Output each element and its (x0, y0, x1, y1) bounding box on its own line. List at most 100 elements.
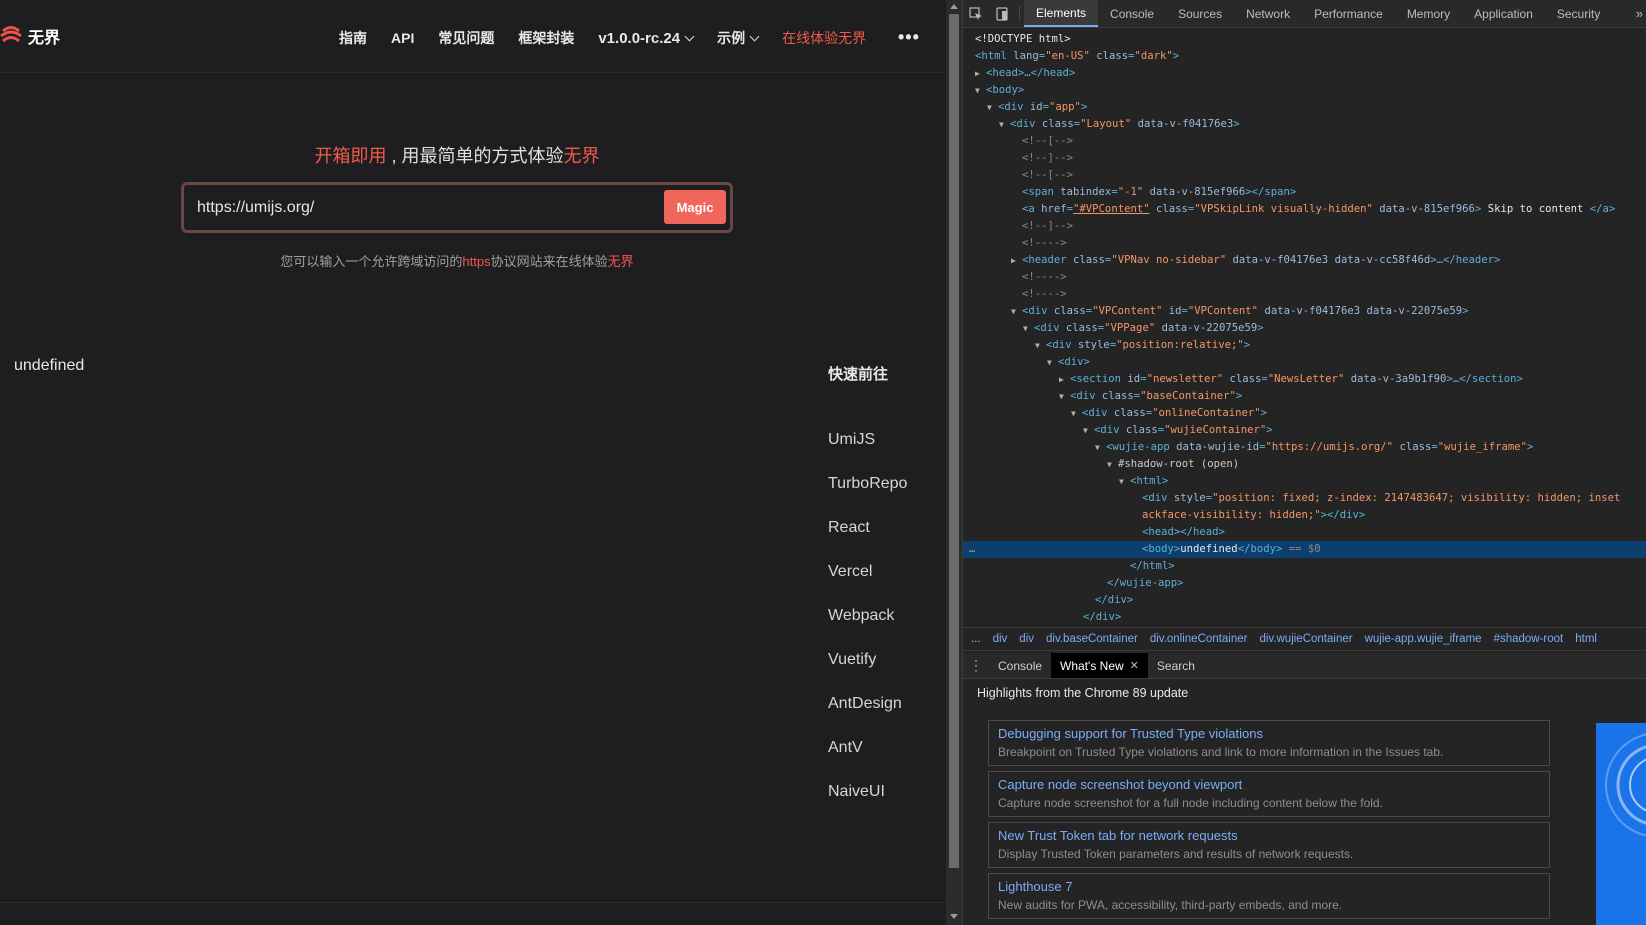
dom-node[interactable]: </wujie-app> (963, 575, 1646, 592)
breadcrumb-item[interactable]: div.onlineContainer (1144, 633, 1254, 645)
collapse-arrow-icon[interactable]: ▼ (1023, 320, 1034, 337)
drawer-tab-console[interactable]: Console (989, 653, 1051, 678)
scroll-down-arrow-icon[interactable] (950, 914, 958, 919)
dom-node[interactable]: ▼ <div> (963, 354, 1646, 371)
dom-node[interactable]: ▼ <body> (963, 82, 1646, 99)
tab-elements[interactable]: Elements (1024, 0, 1099, 27)
tab-security[interactable]: Security (1545, 0, 1612, 27)
whats-new-item[interactable]: New Trust Token tab for network requests… (988, 822, 1550, 868)
dom-node[interactable]: ▼ <div class="VPPage" data-v-22075e59> (963, 320, 1646, 337)
dom-node[interactable]: ▼ <div class="onlineContainer"> (963, 405, 1646, 422)
dom-node[interactable]: <!--[--> (963, 167, 1646, 184)
dom-node[interactable]: ▼ <wujie-app data-wujie-id="https://umijs… (963, 439, 1646, 456)
device-toolbar-icon[interactable] (989, 0, 1015, 27)
drawer-menu-icon[interactable]: ⋮ (963, 653, 989, 678)
more-menu-icon[interactable]: ••• (898, 27, 920, 48)
dom-node[interactable]: ▼ <html> (963, 473, 1646, 490)
collapse-arrow-icon[interactable]: ▼ (1059, 388, 1070, 405)
dom-attr-link[interactable]: "#VPContent" (1073, 203, 1150, 215)
tab-network[interactable]: Network (1234, 0, 1302, 27)
breadcrumb-item[interactable]: div (987, 633, 1014, 645)
dom-node[interactable]: ▼ <div class="Layout" data-v-f04176e3> (963, 116, 1646, 133)
version-dropdown[interactable]: v1.0.0-rc.24 (598, 30, 695, 47)
collapse-arrow-icon[interactable]: ▼ (1119, 473, 1130, 490)
collapse-arrow-icon[interactable]: ▼ (987, 99, 998, 116)
drawer-tab-whats-new[interactable]: What's New ✕ (1051, 653, 1148, 678)
whats-new-item[interactable]: Capture node screenshot beyond viewport … (988, 771, 1550, 817)
dom-node[interactable]: ▼ <div class="baseContainer"> (963, 388, 1646, 405)
node-actions-icon[interactable]: … (969, 541, 975, 558)
nav-framework[interactable]: 框架封装 (518, 28, 574, 48)
nav-try-online[interactable]: 在线体验无界 (782, 28, 866, 48)
quick-link-turborepo[interactable]: TurboRepo (828, 472, 907, 516)
expand-arrow-icon[interactable]: ▶ (1059, 371, 1070, 388)
breadcrumb-item[interactable]: #shadow-root (1488, 633, 1570, 645)
breadcrumb-item[interactable]: wujie-app.wujie_iframe (1359, 633, 1488, 645)
dom-node[interactable]: ▶ <header class="VPNav no-sidebar" data-v… (963, 252, 1646, 269)
dom-node[interactable]: <span tabindex="-1" data-v-815ef966></sp… (963, 184, 1646, 201)
nav-faq[interactable]: 常见问题 (438, 28, 494, 48)
whats-new-item[interactable]: Lighthouse 7 New audits for PWA, accessi… (988, 873, 1550, 919)
dom-node[interactable]: <html lang="en-US" class="dark"> (963, 48, 1646, 65)
collapse-arrow-icon[interactable]: ▼ (1095, 439, 1106, 456)
dom-node[interactable]: <!--]--> (963, 218, 1646, 235)
dom-node[interactable]: <!----> (963, 235, 1646, 252)
collapse-arrow-icon[interactable]: ▼ (1011, 303, 1022, 320)
dom-node[interactable]: <!----> (963, 286, 1646, 303)
whats-new-video-thumbnail[interactable] (1596, 723, 1646, 925)
drawer-tab-search[interactable]: Search (1148, 653, 1204, 678)
collapse-arrow-icon[interactable]: ▼ (999, 116, 1010, 133)
dom-node[interactable]: ▼ <div style="position:relative;"> (963, 337, 1646, 354)
dom-node[interactable]: <head></head> (963, 524, 1646, 541)
quick-link-react[interactable]: React (828, 516, 907, 560)
examples-dropdown[interactable]: 示例 (717, 28, 760, 48)
dom-node[interactable]: ▼ <div id="app"> (963, 99, 1646, 116)
magic-button[interactable]: Magic (664, 190, 726, 224)
quick-link-antv[interactable]: AntV (828, 736, 907, 780)
quick-link-vercel[interactable]: Vercel (828, 560, 907, 604)
dom-node[interactable]: ackface-visibility: hidden;"></div> (963, 507, 1646, 524)
dom-node[interactable]: <div style="position: fixed; z-index: 21… (963, 490, 1646, 507)
expand-arrow-icon[interactable]: ▶ (975, 65, 986, 82)
collapse-arrow-icon[interactable]: ▼ (1107, 456, 1118, 473)
dom-node[interactable]: <!DOCTYPE html> (963, 31, 1646, 48)
url-input[interactable] (197, 195, 657, 221)
quick-link-naiveui[interactable]: NaiveUI (828, 780, 907, 824)
more-tabs-icon[interactable]: » (1636, 6, 1643, 21)
collapse-arrow-icon[interactable]: ▼ (1083, 422, 1094, 439)
dom-node[interactable]: ▼ <div class="VPContent" id="VPContent" d… (963, 303, 1646, 320)
scroll-up-arrow-icon[interactable] (950, 4, 958, 9)
page-scrollbar[interactable] (946, 0, 962, 925)
tab-application[interactable]: Application (1462, 0, 1545, 27)
breadcrumb-item[interactable]: html (1569, 633, 1603, 645)
breadcrumb-item[interactable]: div.baseContainer (1040, 633, 1144, 645)
tab-sources[interactable]: Sources (1166, 0, 1234, 27)
dom-node[interactable]: </html> (963, 558, 1646, 575)
breadcrumb-item[interactable]: div.wujieContainer (1253, 633, 1358, 645)
scrollbar-thumb[interactable] (949, 14, 959, 868)
logo[interactable]: 无界 (0, 24, 60, 48)
dom-node[interactable]: ▶ <head>…</head> (963, 65, 1646, 82)
collapse-arrow-icon[interactable]: ▼ (1071, 405, 1082, 422)
collapse-arrow-icon[interactable]: ▼ (1047, 354, 1058, 371)
nav-guide[interactable]: 指南 (339, 28, 367, 48)
quick-link-webpack[interactable]: Webpack (828, 604, 907, 648)
dom-node[interactable]: </div> (963, 592, 1646, 609)
breadcrumb-item[interactable]: div (1013, 633, 1040, 645)
whats-new-item[interactable]: Debugging support for Trusted Type viola… (988, 720, 1550, 766)
dom-node[interactable]: ▼ <div class="wujieContainer"> (963, 422, 1646, 439)
dom-node[interactable]: <!--]--> (963, 150, 1646, 167)
dom-node[interactable]: <a href="#VPContent" class="VPSkipLink v… (963, 201, 1646, 218)
dom-node[interactable]: <!----> (963, 269, 1646, 286)
quick-link-umijs[interactable]: UmiJS (828, 428, 907, 472)
breadcrumb-overflow[interactable]: ... (963, 633, 987, 645)
dom-node-selected[interactable]: … <body>undefined</body> == $0 (963, 541, 1646, 558)
expand-arrow-icon[interactable]: ▶ (1011, 252, 1022, 269)
dom-node[interactable]: ▶ <section id="newsletter" class="NewsLet… (963, 371, 1646, 388)
quick-link-antdesign[interactable]: AntDesign (828, 692, 907, 736)
inspect-element-icon[interactable] (963, 0, 989, 27)
collapse-arrow-icon[interactable]: ▼ (975, 82, 986, 99)
quick-link-vuetify[interactable]: Vuetify (828, 648, 907, 692)
tab-console[interactable]: Console (1098, 0, 1166, 27)
dom-node[interactable]: </div> (963, 609, 1646, 625)
